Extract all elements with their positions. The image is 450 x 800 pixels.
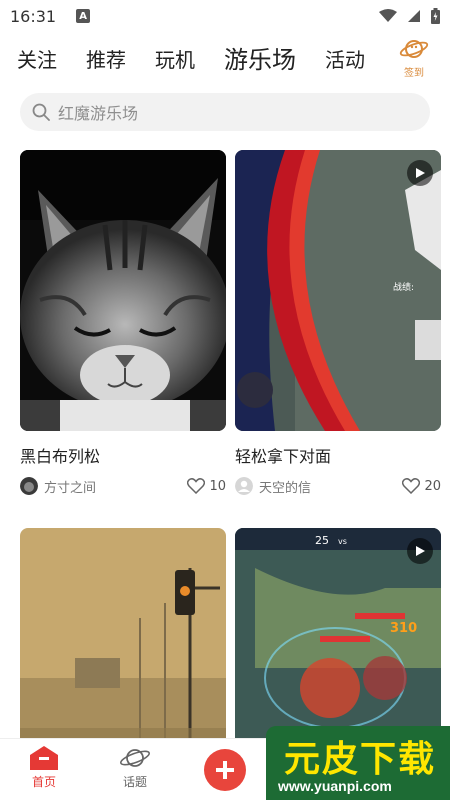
status-icons [379, 8, 440, 24]
checkin-button[interactable]: 签到 [394, 36, 434, 82]
status-time: 16:31 [10, 6, 57, 26]
nav-home-label: 首页 [31, 775, 56, 789]
like-count: 10 [209, 478, 226, 494]
video-play-icon [407, 160, 433, 186]
add-post-button[interactable] [204, 749, 246, 791]
top-tab-bar: 关注 推荐 玩机 游乐场 活动 签到 [0, 36, 450, 92]
watermark-title: 元皮下载 [284, 739, 437, 780]
nav-home[interactable]: 首页 [29, 745, 59, 790]
post-meta: 天空的信 20 [235, 475, 441, 497]
game-damage: 310 [390, 621, 417, 636]
plus-icon [216, 761, 234, 779]
status-bar: 16:31 A [0, 0, 450, 32]
post-card[interactable]: 战绩: 轻松拿下对面 天空的信 20 [235, 150, 441, 497]
nav-topics[interactable]: 话题 [119, 745, 151, 790]
post-meta: 方寸之间 10 [20, 475, 226, 497]
notification-a-icon: A [76, 9, 91, 23]
post-title[interactable]: 轻松拿下对面 [235, 443, 441, 466]
game-score: 25 [315, 534, 329, 547]
post-image-cat[interactable] [20, 150, 226, 431]
watermark: 元皮下载 www.yuanpi.com [266, 726, 450, 800]
planet-icon [399, 40, 429, 58]
tab-follow[interactable]: 关注 [17, 44, 57, 73]
home-icon [30, 746, 58, 770]
search-icon [32, 103, 50, 121]
video-play-icon [407, 538, 433, 564]
author-avatar[interactable] [20, 477, 38, 495]
game-stats-label: 战绩: [393, 281, 414, 293]
battery-icon [431, 8, 440, 24]
like-button[interactable]: 10 [187, 478, 226, 494]
post-card[interactable]: 黑白布列松 方寸之间 10 [20, 150, 226, 497]
search-bar[interactable]: 红魔游乐场 [20, 93, 430, 131]
like-button[interactable]: 20 [402, 478, 441, 494]
heart-icon [187, 478, 206, 494]
like-count: 20 [424, 478, 441, 494]
search-placeholder: 红魔游乐场 [58, 104, 139, 123]
signal-icon [408, 10, 420, 22]
post-title[interactable]: 黑白布列松 [20, 443, 226, 466]
author-avatar[interactable] [235, 477, 253, 495]
wifi-icon [379, 9, 397, 22]
watermark-url: www.yuanpi.com [278, 778, 392, 794]
post-image-game[interactable]: 战绩: [235, 150, 441, 431]
tab-device[interactable]: 玩机 [155, 44, 195, 73]
heart-icon [402, 478, 421, 494]
game-vs: vs [338, 537, 347, 546]
tab-events[interactable]: 活动 [325, 44, 365, 73]
tab-recommend[interactable]: 推荐 [86, 44, 126, 73]
nav-topics-label: 话题 [122, 775, 147, 789]
checkin-label: 签到 [404, 68, 424, 79]
author-name[interactable]: 方寸之间 [44, 477, 96, 496]
tab-playground[interactable]: 游乐场 [224, 40, 296, 75]
author-name[interactable]: 天空的信 [259, 477, 311, 496]
planet-icon [120, 749, 150, 767]
